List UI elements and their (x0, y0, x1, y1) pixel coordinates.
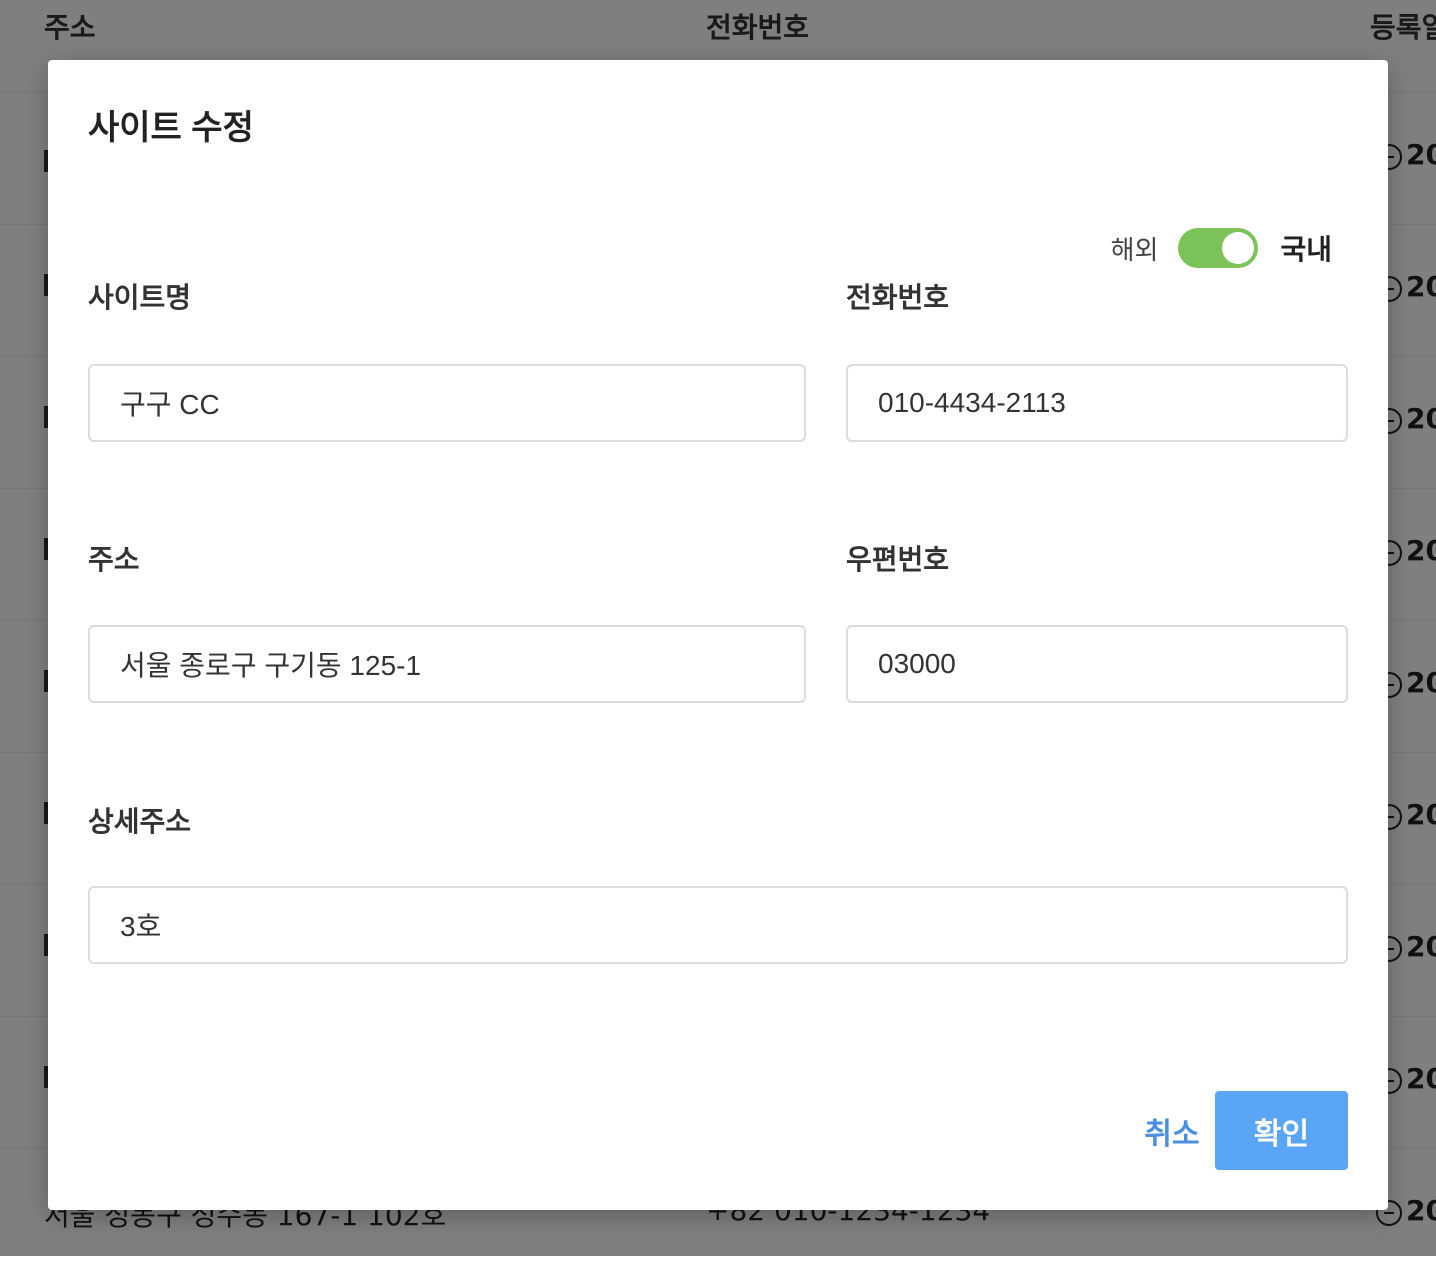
address-label: 주소 (88, 543, 140, 576)
site-name-label: 사이트명 (88, 281, 192, 314)
phone-label: 전화번호 (846, 281, 950, 314)
phone-input[interactable] (846, 364, 1348, 442)
zipcode-input[interactable] (846, 625, 1348, 703)
toggle-label-overseas: 해외 (1110, 235, 1159, 266)
region-toggle-switch[interactable] (1178, 228, 1259, 268)
dialog-title: 사이트 수정 (88, 109, 254, 147)
region-toggle-group: 해외 국내 (1111, 226, 1332, 270)
detail-address-input[interactable] (88, 886, 1348, 964)
toggle-label-domestic: 국내 (1280, 233, 1332, 266)
edit-site-dialog: 사이트 수정 해외 국내 사이트명 전화번호 주소 우편번호 상세주소 취소 확… (48, 60, 1388, 1210)
confirm-button[interactable]: 확인 (1215, 1091, 1348, 1170)
address-input[interactable] (88, 625, 806, 703)
toggle-knob (1222, 232, 1255, 264)
site-name-input[interactable] (88, 364, 806, 442)
cancel-button[interactable]: 취소 (1132, 1092, 1212, 1170)
zipcode-label: 우편번호 (846, 543, 950, 576)
detail-address-label: 상세주소 (88, 805, 192, 838)
